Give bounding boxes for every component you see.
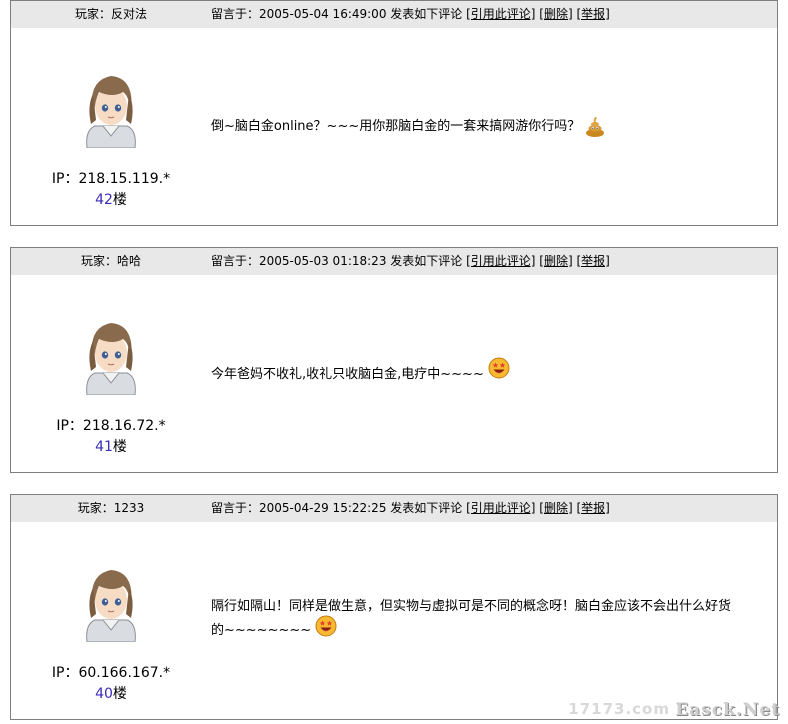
ip-address: IP：218.15.119.* [51, 171, 171, 187]
comment-card: 玩家：哈哈 留言于：2005-05-03 01:18:23 发表如下评论 [引用… [10, 247, 778, 473]
delete-comment-link[interactable]: [删除] [539, 501, 572, 515]
comment-card: 玩家：反对法 留言于：2005-05-04 16:49:00 发表如下评论 [引… [10, 0, 778, 226]
quote-comment-link[interactable]: [引用此评论] [466, 7, 535, 21]
report-comment-link[interactable]: [举报] [577, 7, 610, 21]
delete-comment-link[interactable]: [删除] [539, 254, 572, 268]
comment-meta: 留言于：2005-05-04 16:49:00 发表如下评论 [引用此评论] [… [211, 1, 610, 28]
comment-text-line: 隔行如隔山！同样是做生意，但实物与虚拟可是不同的概念呀！脑白金应该不会出什么好货 [211, 599, 732, 614]
floor-number: 40楼 [11, 683, 211, 703]
floor-number: 41楼 [11, 436, 211, 456]
comment-header: 玩家：哈哈 留言于：2005-05-03 01:18:23 发表如下评论 [引用… [11, 248, 777, 275]
ip-address: IP：60.166.167.* [51, 665, 171, 681]
comment-meta: 留言于：2005-05-03 01:18:23 发表如下评论 [引用此评论] [… [211, 248, 610, 275]
comment-body: IP：60.166.167.* 40楼 隔行如隔山！同样是做生意，但实物与虚拟可… [11, 522, 777, 719]
comment-header: 玩家：反对法 留言于：2005-05-04 16:49:00 发表如下评论 [引… [11, 1, 777, 28]
quote-comment-link[interactable]: [引用此评论] [466, 254, 535, 268]
comment-author: 玩家：1233 [77, 501, 145, 515]
comment-timestamp: 留言于：2005-05-04 16:49:00 发表如下评论 [211, 7, 463, 21]
floor-suffix: 楼 [112, 439, 127, 455]
watermark-logo: Easck.Net [675, 700, 780, 720]
comment-text-line: 倒~脑白金online？~~~用你那脑白金的一套来搞网游你行吗？ [211, 119, 581, 134]
floor-number-value: 41 [95, 439, 113, 455]
comment-body: IP：218.15.119.* 42楼 倒~脑白金online？~~~用你那脑白… [11, 28, 777, 225]
comment-body: IP：218.16.72.* 41楼 今年爸妈不收礼,收礼只收脑白金,电疗中~~… [11, 275, 777, 472]
floor-suffix: 楼 [112, 686, 127, 702]
watermark-site: 17173.com [568, 700, 670, 718]
comment-text: 倒~脑白金online？~~~用你那脑白金的一套来搞网游你行吗？ [211, 115, 763, 139]
avatar [86, 570, 136, 642]
comment-text: 今年爸妈不收礼,收礼只收脑白金,电疗中~~~~ [211, 357, 763, 387]
floor-number-value: 40 [95, 686, 113, 702]
quote-comment-link[interactable]: [引用此评论] [466, 501, 535, 515]
star-eyes-face-icon [315, 615, 337, 637]
comment-author: 玩家：哈哈 [80, 254, 141, 268]
report-comment-link[interactable]: [举报] [577, 501, 610, 515]
comment-header: 玩家：1233 留言于：2005-04-29 15:22:25 发表如下评论 [… [11, 495, 777, 522]
poop-icon [586, 116, 605, 137]
floor-suffix: 楼 [112, 192, 127, 208]
comment-timestamp: 留言于：2005-05-03 01:18:23 发表如下评论 [211, 254, 463, 268]
comment-timestamp: 留言于：2005-04-29 15:22:25 发表如下评论 [211, 501, 463, 515]
comment-text-line: 的~~~~~~~~ [211, 623, 312, 638]
star-eyes-face-icon [488, 357, 510, 379]
delete-comment-link[interactable]: [删除] [539, 7, 572, 21]
comment-text: 隔行如隔山！同样是做生意，但实物与虚拟可是不同的概念呀！脑白金应该不会出什么好货… [211, 595, 763, 643]
avatar [86, 76, 136, 148]
comment-text-line: 今年爸妈不收礼,收礼只收脑白金,电疗中~~~~ [211, 367, 484, 382]
comment-text-line-wrap: 的~~~~~~~~ [211, 615, 763, 643]
comment-author: 玩家：反对法 [74, 7, 147, 21]
comment-meta: 留言于：2005-04-29 15:22:25 发表如下评论 [引用此评论] [… [211, 495, 610, 522]
floor-number-value: 42 [95, 192, 113, 208]
ip-address: IP：218.16.72.* [56, 418, 166, 434]
avatar [86, 323, 136, 395]
comment-card: 玩家：1233 留言于：2005-04-29 15:22:25 发表如下评论 [… [10, 494, 778, 720]
report-comment-link[interactable]: [举报] [577, 254, 610, 268]
floor-number: 42楼 [11, 189, 211, 209]
